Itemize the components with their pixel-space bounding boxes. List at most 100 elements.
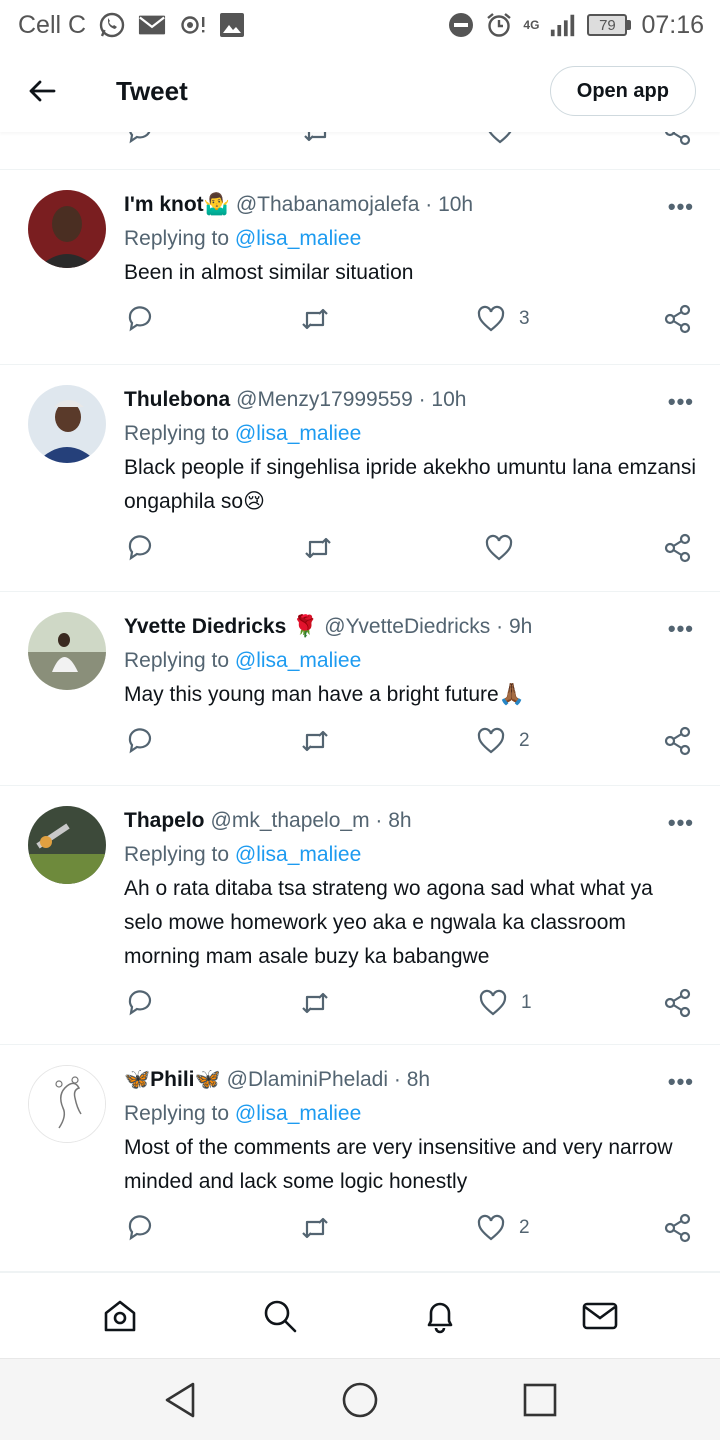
reply-feed[interactable]: I'm knot🤷‍♂️ @Thabanamojalefa · 10h ••• … — [0, 132, 720, 1272]
heart-icon — [477, 727, 505, 754]
replying-prefix: Replying to — [124, 843, 230, 866]
heart-icon — [477, 305, 505, 332]
more-icon[interactable]: ••• — [668, 389, 694, 415]
open-app-button[interactable]: Open app — [549, 66, 696, 116]
replying-prefix: Replying to — [124, 422, 230, 445]
share-button[interactable] — [664, 1213, 692, 1243]
reply-button[interactable] — [126, 988, 154, 1018]
retweet-icon — [302, 992, 328, 1014]
author-handle[interactable]: @mk_thapelo_m · 8h — [211, 804, 412, 838]
share-icon — [664, 988, 691, 1018]
more-icon[interactable]: ••• — [668, 616, 694, 642]
author-handle[interactable]: @DlaminiPheladi · 8h — [227, 1063, 430, 1097]
tweet-actions: 2 — [0, 1199, 696, 1272]
mention-link[interactable]: @lisa_maliee — [235, 422, 361, 445]
arrow-left-icon — [29, 80, 56, 102]
clock: 07:16 — [641, 10, 704, 39]
heart-icon[interactable] — [486, 132, 514, 146]
bell-icon — [427, 1302, 453, 1333]
reply-icon[interactable] — [126, 132, 154, 146]
system-back-button[interactable] — [150, 1370, 210, 1430]
tweet-text: Black people if singehlisa ipride akekho… — [124, 456, 697, 513]
nav-home[interactable] — [90, 1286, 150, 1346]
retweet-icon — [302, 1217, 328, 1239]
retweet-icon[interactable] — [302, 132, 332, 146]
reply-button[interactable] — [126, 1213, 154, 1243]
author-name[interactable]: Thapelo — [124, 804, 205, 838]
nav-search[interactable] — [250, 1286, 310, 1346]
avatar[interactable] — [28, 190, 106, 268]
nav-notifications[interactable] — [410, 1286, 470, 1346]
like-button[interactable]: 2 — [477, 1213, 530, 1243]
reply-tweet[interactable]: Thulebona @Menzy17999559 · 10h ••• Reply… — [0, 365, 720, 592]
retweet-button[interactable] — [300, 726, 330, 756]
more-icon[interactable]: ••• — [668, 194, 694, 220]
search-icon — [264, 1300, 297, 1332]
tweet-text: Most of the comments are very insensitiv… — [124, 1136, 673, 1193]
like-button[interactable] — [485, 533, 527, 563]
share-button[interactable] — [664, 533, 692, 563]
mention-link[interactable]: @lisa_maliee — [235, 649, 361, 672]
carrier-label: Cell C — [18, 10, 87, 39]
reply-icon — [128, 306, 152, 332]
more-icon[interactable]: ••• — [668, 810, 694, 836]
author-name[interactable]: 🦋Phili🦋 — [124, 1063, 221, 1097]
hotspot-icon — [178, 11, 206, 39]
more-icon[interactable]: ••• — [668, 1069, 694, 1095]
author-handle[interactable]: @Thabanamojalefa · 10h — [236, 188, 473, 222]
triangle-back-icon — [165, 1382, 195, 1417]
nav-messages[interactable] — [570, 1286, 630, 1346]
circle-home-icon — [342, 1382, 378, 1417]
author-name[interactable]: Thulebona — [124, 383, 230, 417]
retweet-button[interactable] — [300, 304, 330, 334]
battery-indicator: 79 — [587, 14, 632, 36]
back-button[interactable] — [20, 69, 64, 113]
like-button[interactable]: 2 — [477, 726, 530, 756]
share-icon[interactable] — [664, 132, 692, 146]
reply-tweet[interactable]: I'm knot🤷‍♂️ @Thabanamojalefa · 10h ••• … — [0, 170, 720, 365]
avatar[interactable] — [28, 806, 106, 884]
share-button[interactable] — [664, 988, 692, 1018]
retweet-button[interactable] — [300, 1213, 330, 1243]
mention-link[interactable]: @lisa_maliee — [235, 843, 361, 866]
share-button[interactable] — [664, 726, 692, 756]
reply-icon — [128, 728, 152, 754]
like-button[interactable]: 3 — [477, 304, 530, 334]
retweet-button[interactable] — [303, 533, 333, 563]
system-navigation — [0, 1358, 720, 1440]
avatar[interactable] — [28, 385, 106, 463]
mention-link[interactable]: @lisa_maliee — [235, 1102, 361, 1125]
author-handle[interactable]: @Menzy17999559 · 10h — [236, 383, 466, 417]
page-title: Tweet — [116, 75, 188, 106]
avatar[interactable] — [28, 1065, 106, 1143]
heart-icon — [477, 1214, 505, 1241]
reply-tweet[interactable]: Thapelo @mk_thapelo_m · 8h ••• Replying … — [0, 786, 720, 1045]
reply-button[interactable] — [126, 304, 154, 334]
system-home-button[interactable] — [330, 1370, 390, 1430]
share-icon — [664, 304, 691, 334]
whatsapp-icon — [98, 11, 126, 39]
avatar[interactable] — [28, 612, 106, 690]
retweet-button[interactable] — [300, 988, 330, 1018]
replying-prefix: Replying to — [124, 227, 230, 250]
reply-button[interactable] — [126, 533, 154, 563]
tweet-text: Ah o rata ditaba tsa strateng wo agona s… — [124, 877, 653, 968]
square-recents-icon — [523, 1383, 557, 1416]
reply-tweet[interactable]: Yvette Diedricks 🌹 @YvetteDiedricks · 9h… — [0, 592, 720, 786]
network-type: 4G — [523, 17, 540, 32]
like-count: 2 — [519, 730, 530, 751]
dnd-icon — [447, 11, 475, 39]
author-name[interactable]: I'm knot🤷‍♂️ — [124, 188, 230, 222]
system-recents-button[interactable] — [510, 1370, 570, 1430]
author-name[interactable]: Yvette Diedricks 🌹 — [124, 610, 318, 644]
reply-tweet[interactable]: 🦋Phili🦋 @DlaminiPheladi · 8h ••• Replyin… — [0, 1045, 720, 1272]
heart-icon — [479, 989, 507, 1016]
mention-link[interactable]: @lisa_maliee — [235, 227, 361, 250]
tweet-actions: 1 — [0, 974, 696, 1050]
bottom-navigation — [0, 1272, 720, 1358]
author-handle[interactable]: @YvetteDiedricks · 9h — [324, 610, 532, 644]
reply-button[interactable] — [126, 726, 154, 756]
like-button[interactable]: 1 — [479, 988, 532, 1018]
like-count: 3 — [519, 308, 530, 329]
share-button[interactable] — [664, 304, 692, 334]
